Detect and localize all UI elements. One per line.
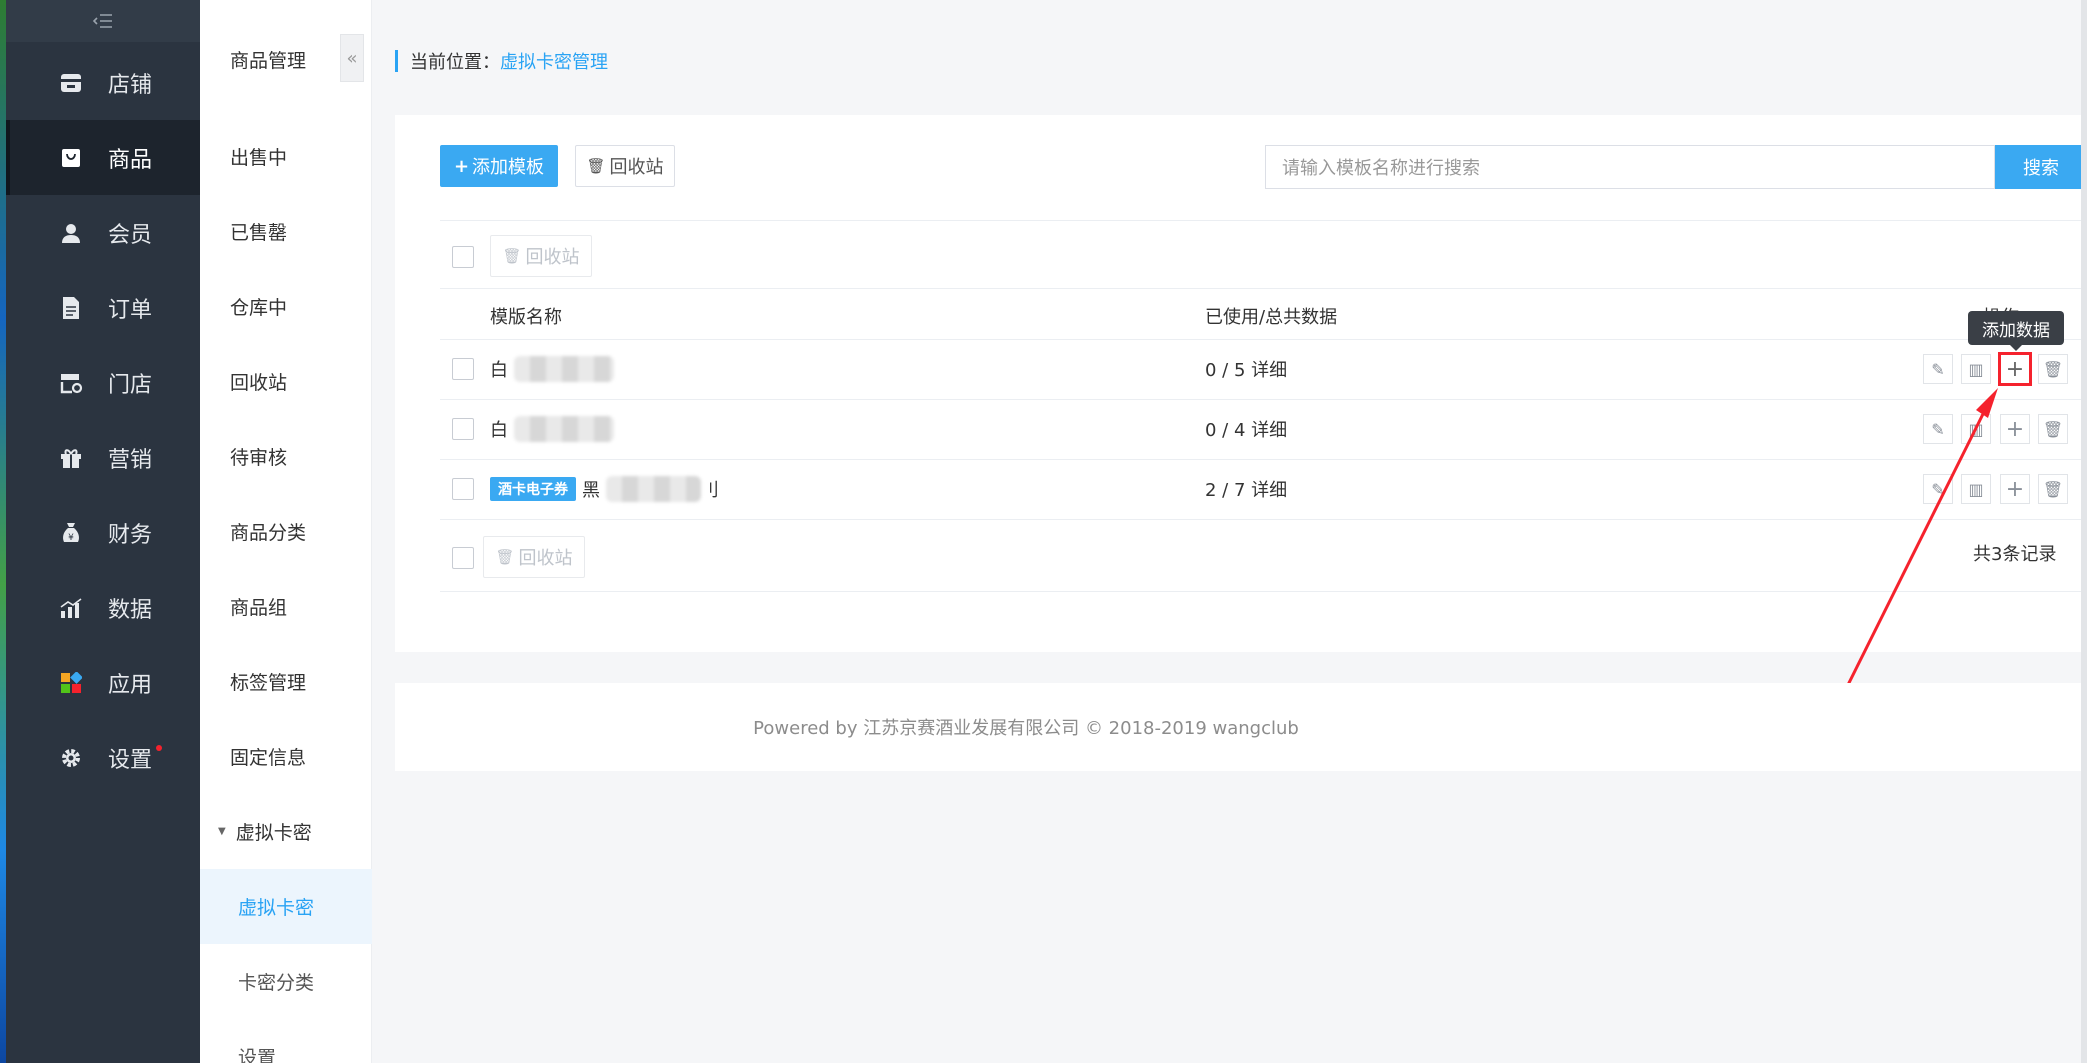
footer: Powered by 江苏京赛酒业发展有限公司 © 2018-2019 wang… <box>395 683 2087 771</box>
page-scrollbar[interactable] <box>2081 0 2087 1063</box>
footer-text: Powered by 江苏京赛酒业发展有限公司 © 2018-2019 wang… <box>753 718 1299 739</box>
annotation-arrow <box>1825 388 1998 728</box>
